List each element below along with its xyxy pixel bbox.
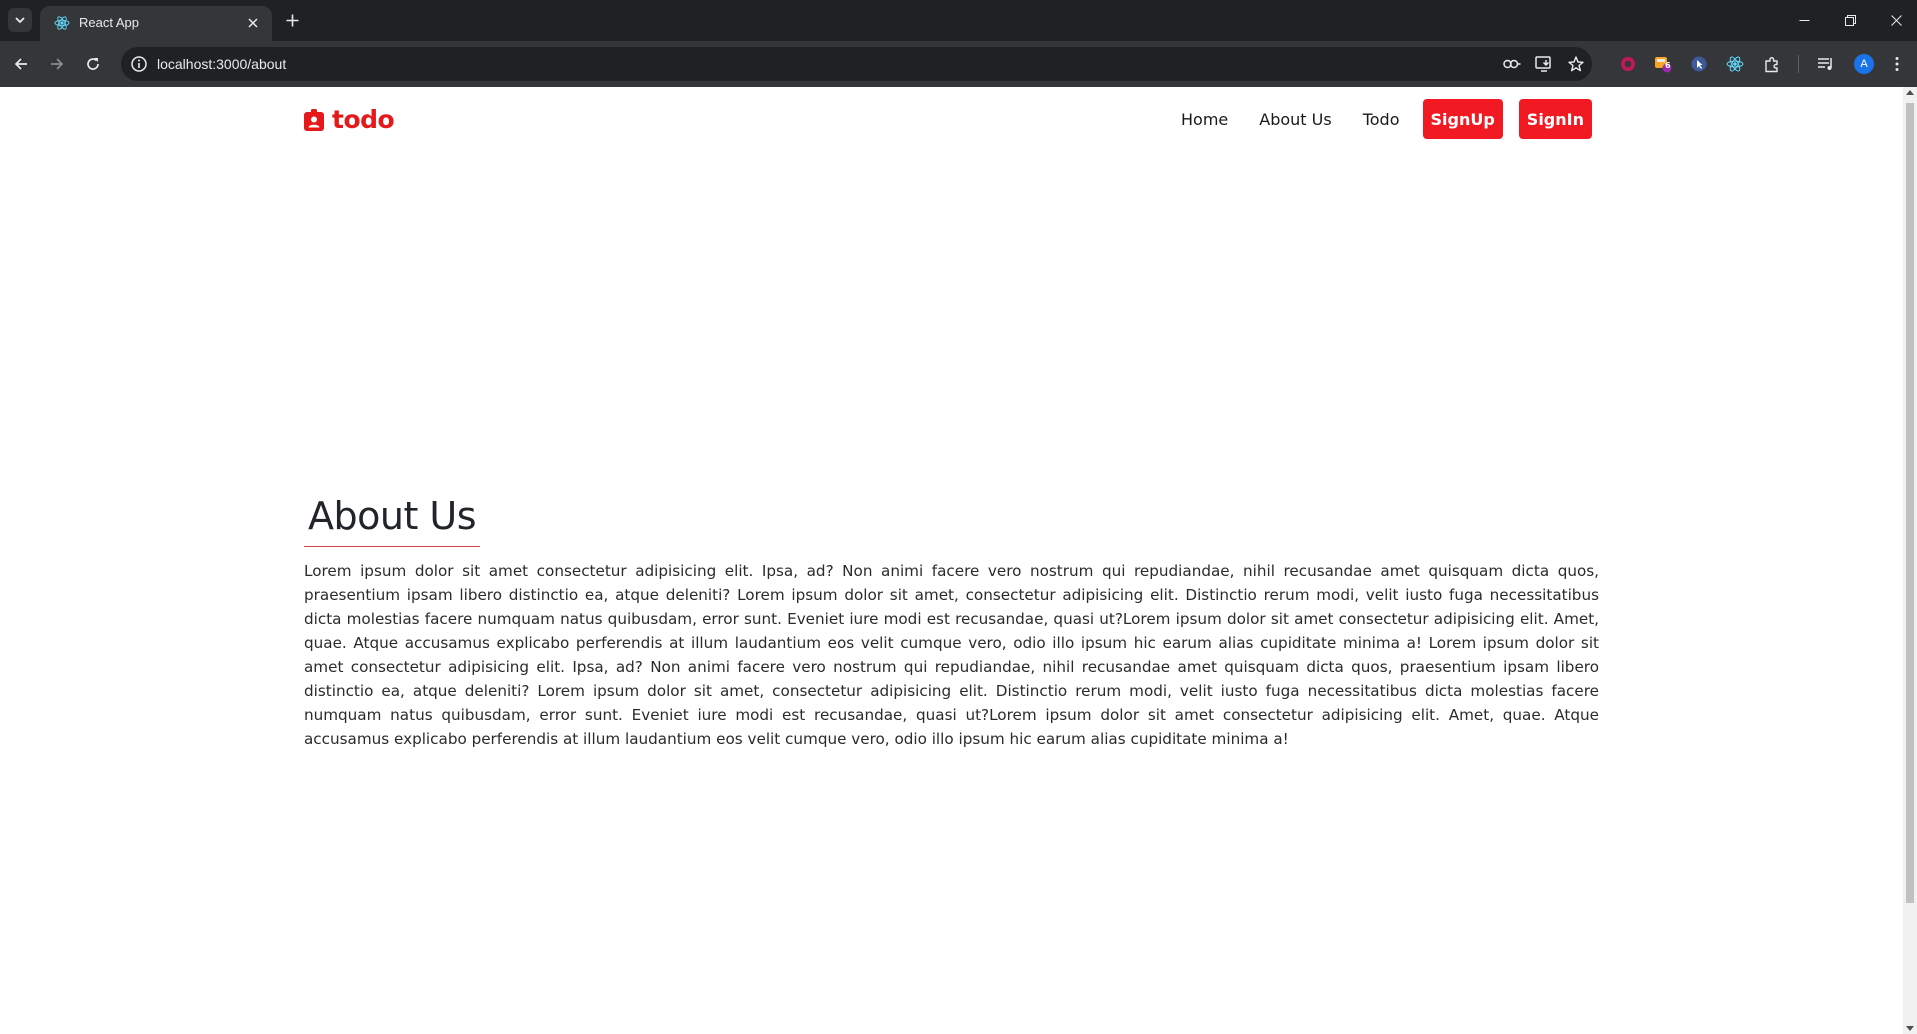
signup-button[interactable]: SignUp [1422,99,1503,139]
forward-button[interactable] [45,52,69,76]
minimize-icon [1799,19,1809,21]
user-badge-icon [304,108,324,131]
plus-icon [286,14,298,26]
extension-badge-app[interactable]: 6 [1652,53,1674,75]
extension-cursor[interactable] [1688,53,1710,75]
scroll-up-arrow-icon[interactable] [1906,90,1914,95]
arrow-right-icon [51,58,64,70]
cursor-icon [1691,56,1707,72]
record-icon [1621,57,1635,71]
reload-icon [87,58,99,70]
reading-list-button[interactable] [1815,53,1837,75]
about-section: About Us Lorem ipsum dolor sit amet cons… [304,494,1599,751]
tab-strip: React App [0,0,1917,41]
chevron-down-icon [15,17,25,24]
star-icon [1568,56,1584,72]
react-logo-icon [1726,56,1744,72]
about-paragraph: Lorem ipsum dolor sit amet consectetur a… [304,562,1599,748]
more-vertical-icon [1895,57,1899,71]
main-nav: Home About Us Todo SignUp SignIn [1181,99,1592,139]
back-button[interactable] [9,52,33,76]
restore-icon [1844,14,1856,26]
minimize-button[interactable] [1790,8,1818,32]
close-icon [1890,14,1902,26]
restore-button[interactable] [1836,8,1864,32]
page-title: About Us [304,494,481,547]
avatar: A [1854,54,1874,74]
tab-close-button[interactable] [244,14,262,32]
arrow-left-icon [14,58,27,70]
info-icon[interactable] [130,55,148,73]
install-app-button[interactable] [1534,54,1554,74]
nav-link-todo[interactable]: Todo [1363,110,1400,129]
key-icon [1503,59,1521,69]
address-bar[interactable]: localhost:3000/about [121,47,1592,81]
scrollbar-thumb[interactable] [1906,103,1914,903]
install-icon [1535,56,1551,72]
extension-record[interactable] [1617,53,1639,75]
reload-button[interactable] [81,52,105,76]
tab-search-button[interactable] [8,8,32,32]
nav-link-home[interactable]: Home [1181,110,1228,129]
profile-button[interactable]: A [1853,53,1875,75]
scroll-down-arrow-icon[interactable] [1906,1026,1914,1031]
brand-logo-link[interactable]: todo [304,105,395,134]
tab-title: React App [79,15,139,30]
new-tab-button[interactable] [281,9,303,31]
puzzle-icon [1764,56,1778,72]
avatar-initial: A [1860,58,1868,70]
nav-link-about[interactable]: About Us [1259,110,1331,129]
browser-toolbar: localhost:3000/about 6 A [0,41,1917,87]
extension-react-devtools[interactable] [1724,53,1746,75]
react-logo-icon [54,16,70,30]
signin-button[interactable]: SignIn [1518,99,1592,139]
browser-chrome: React App localhost:3000/about 6 A [0,0,1917,87]
close-window-button[interactable] [1882,8,1910,32]
password-key-button[interactable] [1502,54,1522,74]
close-icon [248,18,258,28]
url-text[interactable]: localhost:3000/about [157,56,286,72]
media-list-icon [1818,58,1832,70]
page-viewport: todo Home About Us Todo SignUp SignIn Ab… [0,87,1903,1034]
extension-badge-count: 6 [1665,61,1671,70]
browser-menu-button[interactable] [1886,53,1908,75]
extensions-menu-button[interactable] [1761,53,1783,75]
bookmark-button[interactable] [1566,54,1586,74]
browser-tab[interactable]: React App [40,6,272,41]
brand-name: todo [332,105,395,134]
page-scrollbar[interactable] [1903,87,1917,1034]
toolbar-divider [1798,55,1799,73]
